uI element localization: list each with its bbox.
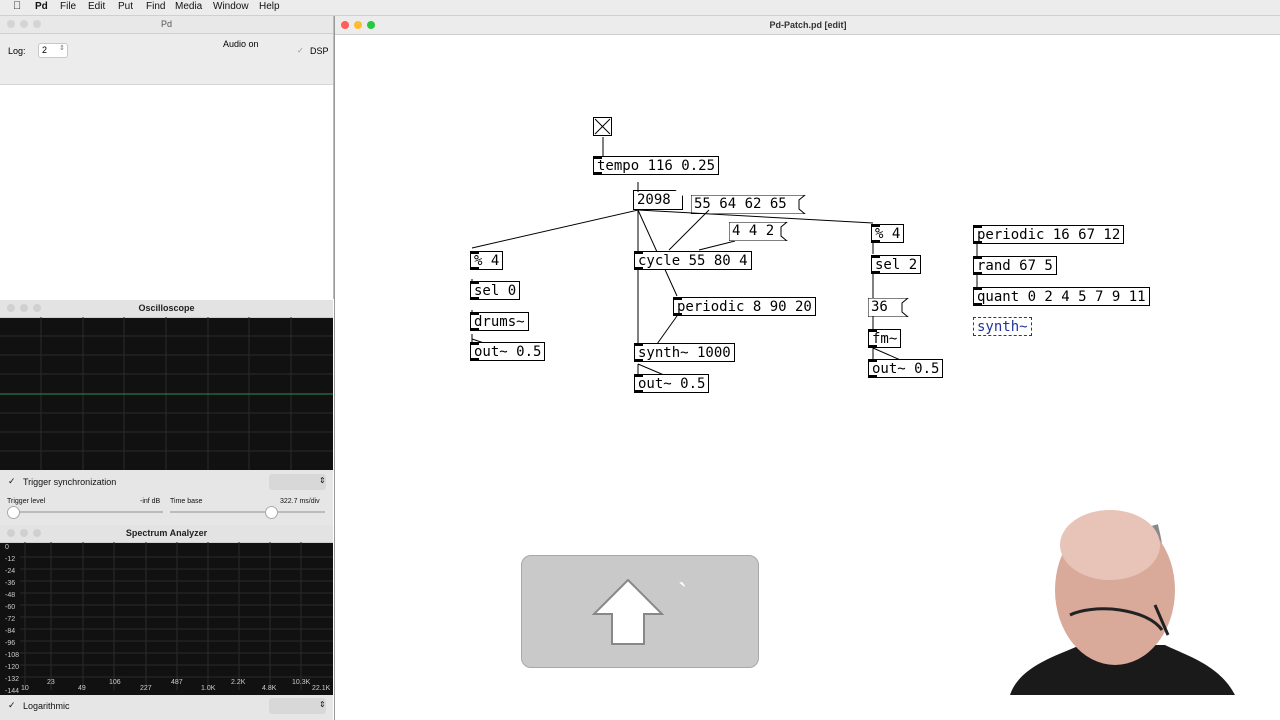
obj-periodic-right[interactable]: periodic 16 67 12 — [973, 225, 1125, 244]
db-tick: -96 — [5, 640, 16, 647]
obj-synth-editing[interactable]: synth~ — [973, 317, 1032, 336]
osc-title: Oscilloscope — [138, 303, 195, 313]
obj-tempo[interactable]: tempo 116 0.25 — [593, 156, 720, 175]
time-base-label: Time base — [170, 498, 203, 505]
osc-titlebar: Oscilloscope — [0, 300, 333, 318]
dsp-label: DSP — [310, 46, 329, 56]
obj-sel0[interactable]: sel 0 — [470, 281, 521, 300]
menu-file[interactable]: File — [60, 1, 76, 12]
freq-tick: 106 — [109, 679, 121, 686]
dsp-checkbox[interactable]: ✓ — [297, 46, 304, 55]
pd-toolbar: Log: 2 ⇕ Audio on ✓ DSP — [0, 34, 333, 85]
db-tick: -24 — [5, 568, 16, 575]
obj-quant[interactable]: quant 0 2 4 5 7 9 11 — [973, 287, 1150, 306]
logarithmic-label: Logarithmic — [23, 701, 70, 711]
db-tick: -108 — [5, 652, 20, 659]
spec-titlebar: Spectrum Analyzer — [0, 525, 333, 543]
key-glyph: ` — [678, 578, 688, 609]
db-tick: -12 — [5, 556, 16, 563]
freq-tick: 10.3K — [292, 679, 311, 686]
msg-notes[interactable]: 55 64 62 65 — [691, 195, 806, 214]
spec-grid — [20, 542, 333, 690]
msg-442[interactable]: 4 4 2 — [729, 222, 788, 241]
db-tick: -120 — [5, 664, 20, 671]
pd-main-window: Pd Log: 2 ⇕ Audio on ✓ DSP — [0, 16, 334, 299]
trigger-sync-label: Trigger synchronization — [23, 477, 117, 487]
menu-find[interactable]: Find — [146, 1, 165, 12]
db-tick: -84 — [5, 628, 16, 635]
freq-tick: 1.0K — [201, 685, 216, 692]
toggle-x-icon — [594, 118, 611, 135]
menu-help[interactable]: Help — [259, 1, 280, 12]
msg-notes-text: 55 64 62 65 — [694, 196, 787, 212]
spec-title: Spectrum Analyzer — [125, 528, 208, 538]
msg-442-text: 4 4 2 — [732, 223, 775, 239]
obj-fm[interactable]: fm~ — [868, 329, 902, 348]
freq-tick: 10 — [21, 685, 29, 692]
window-title: Pd — [160, 19, 172, 29]
app-menu[interactable]: Pd — [35, 1, 48, 12]
freq-tick: 22.1K — [312, 685, 331, 692]
obj-mod4-left[interactable]: % 4 — [470, 251, 504, 270]
toggle[interactable] — [593, 117, 612, 136]
spec-controls: ✓ Logarithmic ⇕ — [0, 695, 333, 720]
obj-sel2[interactable]: sel 2 — [871, 255, 922, 274]
obj-drums[interactable]: drums~ — [470, 312, 529, 331]
db-axis: 0 -12 -24 -36 -48 -60 -72 -84 -96 -108 -… — [5, 542, 25, 695]
freq-tick: 487 — [171, 679, 183, 686]
osc-grid — [0, 317, 333, 470]
logarithmic-checkbox[interactable]: ✓ — [8, 700, 16, 711]
obj-out-mid[interactable]: out~ 0.5 — [634, 374, 710, 393]
menu-put[interactable]: Put — [118, 1, 133, 12]
menu-window[interactable]: Window — [213, 1, 249, 12]
menu-media[interactable]: Media — [175, 1, 202, 12]
log-stepper[interactable]: 2 ⇕ — [38, 43, 68, 58]
presenter-webcam — [1010, 510, 1235, 695]
msg-36[interactable]: 36 — [868, 298, 909, 317]
trigger-level-slider[interactable] — [7, 506, 163, 519]
spectrum-window: Spectrum Analyzer 0 -12 -24 -36 -48 -60 … — [0, 525, 333, 720]
shift-key-icon — [591, 578, 665, 645]
select-arrows-icon: ⇕ — [319, 476, 326, 485]
apple-icon[interactable]:  — [13, 0, 21, 12]
time-base-value: 322.7 ms/div — [280, 498, 320, 505]
menu-edit[interactable]: Edit — [88, 1, 105, 12]
obj-synth1000[interactable]: synth~ 1000 — [634, 343, 735, 362]
freq-tick: 4.8K — [262, 685, 277, 692]
number-box[interactable]: 2098 — [633, 190, 683, 210]
time-base-slider[interactable] — [170, 506, 325, 519]
trigger-sync-checkbox[interactable]: ✓ — [8, 476, 16, 487]
oscilloscope-window: Oscilloscope ✓ Trigger synchronization ⇕… — [0, 300, 333, 525]
freq-tick: 227 — [140, 685, 152, 692]
trigger-level-value: -inf dB — [140, 498, 161, 505]
pd-titlebar: Pd — [0, 16, 333, 34]
trigger-level-knob[interactable] — [7, 506, 20, 519]
freq-tick: 23 — [47, 679, 55, 686]
audio-status: Audio on — [223, 39, 259, 49]
obj-cycle[interactable]: cycle 55 80 4 — [634, 251, 752, 270]
keystroke-overlay: ` — [521, 555, 759, 668]
select-arrows-icon: ⇕ — [319, 700, 326, 709]
osc-controls: ✓ Trigger synchronization ⇕ Trigger leve… — [0, 470, 333, 525]
msg-36-text: 36 — [871, 299, 888, 315]
obj-mod4-right[interactable]: % 4 — [871, 224, 905, 243]
db-tick: -36 — [5, 580, 16, 587]
db-tick: -60 — [5, 604, 16, 611]
freq-tick: 2.2K — [231, 679, 246, 686]
db-tick: 0 — [5, 544, 9, 551]
trigger-level-label: Trigger level — [7, 498, 46, 505]
obj-out-left[interactable]: out~ 0.5 — [470, 342, 546, 361]
time-base-knob[interactable] — [265, 506, 279, 519]
db-tick: -72 — [5, 616, 16, 623]
spectrum-mode-select[interactable]: ⇕ — [269, 698, 326, 714]
db-tick: -48 — [5, 592, 16, 599]
obj-rand[interactable]: rand 67 5 — [973, 256, 1057, 275]
stepper-arrows-icon: ⇕ — [59, 45, 65, 52]
obj-out-right[interactable]: out~ 0.5 — [868, 359, 944, 378]
log-label: Log: — [8, 46, 26, 56]
menubar:  Pd File Edit Put Find Media Window Hel… — [0, 0, 1280, 16]
obj-periodic-mid[interactable]: periodic 8 90 20 — [673, 297, 816, 316]
freq-tick: 49 — [78, 685, 86, 692]
trigger-mode-select[interactable]: ⇕ — [269, 474, 326, 490]
